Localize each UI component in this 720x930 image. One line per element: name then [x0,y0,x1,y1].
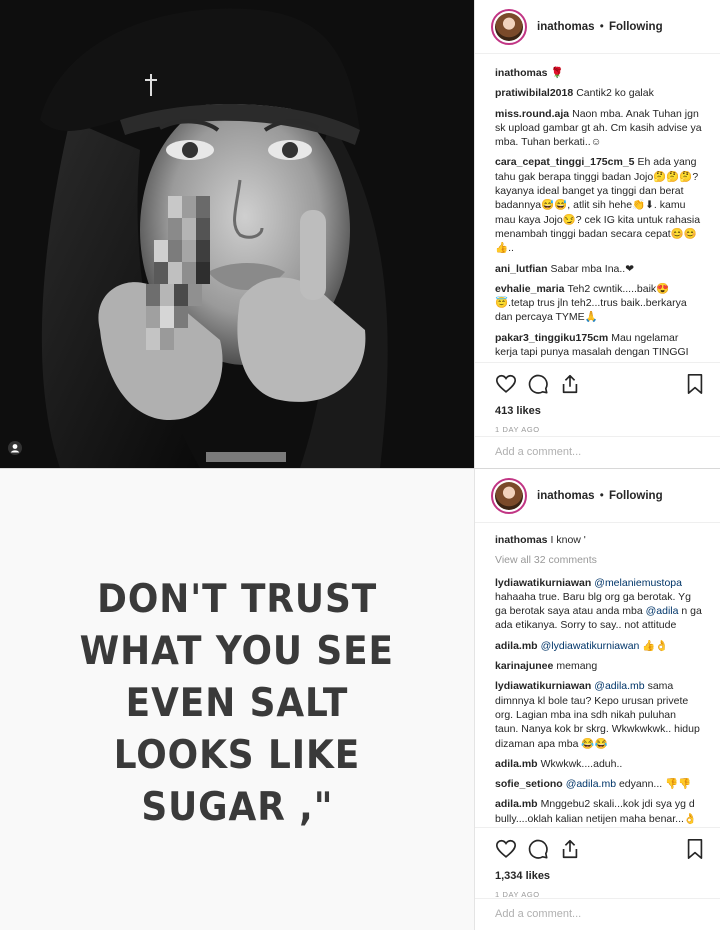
comment-username[interactable]: lydiawatikurniawan [495,680,591,692]
avatar[interactable] [491,8,527,45]
comment-icon[interactable] [527,373,549,395]
follow-status-button[interactable]: Following [609,490,663,502]
comment-item: lydiawatikurniawan @melaniemustopa hahaah… [495,576,702,633]
like-count[interactable]: 413 likes [495,405,702,417]
comment-mention[interactable]: @melaniemustopa [594,577,682,589]
comment-text: Wkwkwk....aduh.. [540,757,623,770]
caption: inathomas 🌹 [495,66,702,80]
bookmark-icon[interactable] [684,373,706,395]
comment-username[interactable]: sofie_setiono [495,778,563,790]
bookmark-icon[interactable] [684,838,706,860]
heart-icon[interactable] [495,373,517,395]
post-2: DON'T TRUST WHAT YOU SEE EVEN SALT LOOKS… [0,468,720,930]
comment-username[interactable]: lydiawatikurniawan [495,577,591,589]
post-photo[interactable]: DON'T TRUST WHAT YOU SEE EVEN SALT LOOKS… [0,469,474,930]
comment-username[interactable]: karinajunee [495,660,553,672]
comment-text: I know ' [550,534,586,546]
comment-username[interactable]: miss.round.aja [495,108,569,120]
comment-item: adila.mb Mnggebu2 skali...kok jdi sya yg … [495,797,702,826]
comment-mention[interactable]: @adila.mb [594,680,644,692]
comment-text: 👍👌 [642,639,669,652]
comment-item: pakar3_tinggiku175cm Mau ngelamar kerja t… [495,331,702,358]
comment-username[interactable]: evhalie_maria [495,283,564,295]
add-comment-input[interactable]: Add a comment... [475,898,720,930]
header-separator: • [599,489,604,502]
comment-item: sofie_setiono @adila.mb edyann... 👎👎 [495,777,702,791]
comment-username[interactable]: adila.mb [495,758,538,770]
comment-username[interactable]: inathomas [495,534,548,546]
comment-username[interactable]: ani_lutfian [495,263,548,275]
post-actions: 1,334 likes 1 DAY AGO [475,827,720,899]
comment-mention[interactable]: @lydiawatikurniawan [541,640,640,652]
photo-illustration [0,0,474,468]
comment-text: 🌹 [550,67,564,79]
comment-username[interactable]: adila.mb [495,798,538,810]
comment-list[interactable]: inathomas 🌹 pratiwibilal2018 Cantik2 ko ga… [475,66,720,358]
comment-item: miss.round.aja Naon mba. Anak Tuhan jgn s… [495,107,702,150]
comment-item: pratiwibilal2018 Cantik2 ko galak [495,86,702,100]
post-timestamp: 1 DAY AGO [495,425,540,434]
post-sidebar: inathomas • Following inathomas I know ' … [474,469,720,930]
share-icon[interactable] [559,373,581,395]
caption: inathomas I know ' [495,533,702,547]
comment-item: cara_cepat_tinggi_175cm_5 Eh ada yang tah… [495,155,702,255]
quote-line: SUGAR ," [140,785,333,830]
quote-image: DON'T TRUST WHAT YOU SEE EVEN SALT LOOKS… [0,469,474,930]
comment-mention[interactable]: @adila [646,605,679,617]
header-username[interactable]: inathomas [537,490,595,502]
comment-username[interactable]: pakar3_tinggiku175cm [495,332,608,344]
avatar[interactable] [491,477,527,514]
post-1: inathomas • Following inathomas 🌹 pratiwi… [0,0,720,468]
quote-line: DON'T TRUST [97,577,377,622]
comment-item: evhalie_maria Teh2 cwntik.....baik😍😇.teta… [495,282,702,325]
heart-icon[interactable] [495,838,517,860]
post-header: inathomas • Following [475,469,720,523]
comment-text: Eh ada yang tahu gak berapa tinggi badan… [495,156,701,255]
comment-item: lydiawatikurniawan @adila.mb sama dimnnya… [495,679,702,750]
share-icon[interactable] [559,838,581,860]
post-sidebar: inathomas • Following inathomas 🌹 pratiwi… [474,0,720,468]
comment-text: edyann... 👎👎 [618,778,692,791]
view-all-comments-link[interactable]: View all 32 comments [495,553,702,567]
comment-text: memang [556,660,598,673]
post-header: inathomas • Following [475,0,720,54]
comment-username[interactable]: cara_cepat_tinggi_175cm_5 [495,156,635,168]
comment-item: adila.mb Wkwkwk....aduh.. [495,757,702,771]
comment-item: adila.mb @lydiawatikurniawan 👍👌 [495,639,702,653]
quote-line: EVEN SALT [125,681,349,726]
comment-username[interactable]: pratiwibilal2018 [495,87,573,99]
quote-line: LOOKS LIKE [113,733,361,778]
comment-username[interactable]: adila.mb [495,640,538,652]
comment-item: karinajunee memang [495,659,702,673]
add-comment-input[interactable]: Add a comment... [475,436,720,468]
like-count[interactable]: 1,334 likes [495,870,702,882]
comment-mention[interactable]: @adila.mb [566,778,616,790]
comment-username[interactable]: inathomas [495,67,548,79]
comment-text: Cantik2 ko galak [576,87,654,100]
post-photo[interactable] [0,0,474,468]
post-actions: 413 likes 1 DAY AGO [475,362,720,434]
comment-text: Sabar mba Ina..❤ [550,262,635,275]
follow-status-button[interactable]: Following [609,21,663,33]
user-tag-icon[interactable] [8,441,22,460]
comment-icon[interactable] [527,838,549,860]
header-username[interactable]: inathomas [537,21,595,33]
quote-line: WHAT YOU SEE [79,629,395,674]
comment-item: ani_lutfian Sabar mba Ina..❤ [495,262,702,276]
header-separator: • [599,20,604,33]
